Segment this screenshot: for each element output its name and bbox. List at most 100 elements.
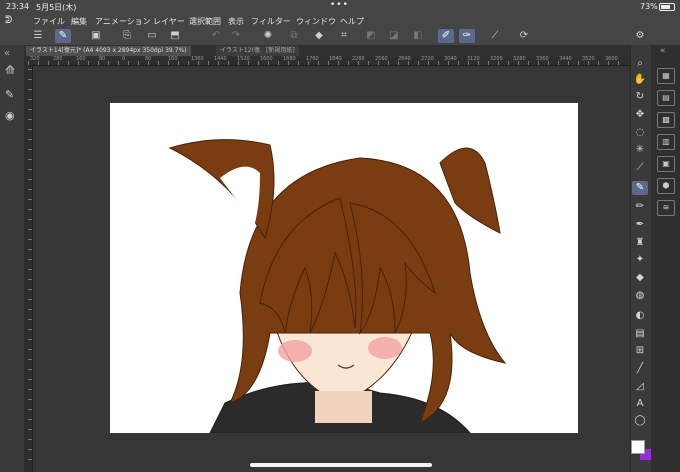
menu-window[interactable]: ウィンドウ [296,16,336,27]
ruler-label: 1440 [214,56,227,62]
menu-view[interactable]: 表示 [228,16,244,27]
lasso-icon[interactable]: ◌ [632,126,648,140]
clear-selection-icon[interactable]: ✺ [260,29,276,43]
menu-animation[interactable]: アニメーション [95,16,151,27]
status-time: 23:34 [6,2,30,11]
tab-document[interactable]: [新規用紙] [262,46,299,56]
left-panel: « ⟰ ✎ ◉ [0,45,25,472]
brush-tool-icon[interactable]: ✒ [632,218,648,232]
gradient-icon[interactable]: ▤ [632,327,648,341]
ruler-label: 160 [76,56,86,62]
ruler-tick [28,219,32,220]
fill-tool-icon[interactable]: ◐ [632,309,648,323]
ruler-tick [28,359,32,360]
copy-icon[interactable]: ⧉ [286,29,302,43]
eyedropper-icon[interactable]: ⟋ [632,161,648,175]
zoom-icon[interactable]: ⌕ [632,57,648,71]
menu-file[interactable]: ファイル [33,16,65,27]
ruler-tick [188,61,189,65]
ruler-tick [28,429,32,430]
home-indicator[interactable] [250,463,432,467]
multitask-dots[interactable]: ••• [330,0,349,10]
rotate-icon[interactable]: ↻ [632,90,648,104]
ruler-tick [438,61,439,65]
ruler-label: 0 [122,56,126,62]
palette-icon[interactable]: ▦ [657,68,675,84]
crop-icon[interactable]: ⌗ [336,29,352,43]
pencil-icon[interactable]: ✏ [632,200,648,214]
ruler-tick [28,139,32,140]
ruler-label: 1600 [260,56,273,62]
blend-icon[interactable]: ◍ [632,289,648,303]
menu-bar: ᕲ ファイル 編集 アニメーション レイヤー 選択範囲 表示 フィルター ウィン… [0,13,680,28]
ruler-tick [28,309,32,310]
canvas-paper[interactable] [110,103,578,433]
ruler-tick [28,89,32,90]
quick-access-icon[interactable]: ✎ [55,29,71,43]
menu-filter[interactable]: フィルター [251,16,291,27]
ruler-tool-icon[interactable]: ◿ [632,380,648,394]
fill-icon[interactable]: ◆ [311,29,327,43]
undo-icon[interactable]: ↶ [208,29,224,43]
frame-icon[interactable]: ⊞ [632,344,648,358]
ruler-tick [158,61,159,65]
gallery-icon[interactable]: ▣ [88,29,104,43]
brush-icon[interactable]: ✑ [459,29,475,43]
tool-property-icon[interactable]: ◉ [5,109,15,122]
text-icon[interactable]: A [632,397,648,411]
companion-icon[interactable]: ⟳ [516,29,532,43]
sub-tool-icon[interactable]: ✎ [5,88,14,101]
decoration-icon[interactable]: ✦ [632,253,648,267]
collapse-right-icon[interactable]: « [660,46,666,56]
hand-icon[interactable]: ✋ [632,73,648,87]
battery-icon [659,3,675,11]
menu-selection[interactable]: 選択範囲 [189,16,221,27]
app-logo-icon[interactable]: ᕲ [5,15,12,26]
menu-layer[interactable]: レイヤー [153,16,185,27]
layer-property-icon[interactable]: ⬢ [657,178,675,194]
ruler-tick [28,229,32,230]
ruler-label: 160 [168,56,178,62]
ruler-tick [28,249,32,250]
ruler-tick [28,399,32,400]
pen-tool-icon[interactable]: ✎ [632,181,648,195]
ruler-label: 3440 [559,56,572,62]
ruler-tick [368,61,369,65]
info-icon[interactable]: ▣ [657,156,675,172]
move-icon[interactable]: ✥ [632,108,648,122]
brush-size-icon[interactable]: ⟰ [5,63,15,77]
airbrush-icon[interactable]: ♜ [632,236,648,250]
save-icon[interactable]: ⬒ [167,29,183,43]
pen-icon[interactable]: ✐ [438,29,454,43]
open-folder-icon[interactable]: ▭ [144,29,160,43]
ruler-tick [28,179,32,180]
collapse-icon[interactable]: « [4,48,10,59]
layer-icon[interactable]: ◧ [410,29,426,43]
sub-view-icon[interactable]: ▥ [657,134,675,150]
eraser-icon[interactable]: ◆ [632,271,648,285]
ruler-tick [278,61,279,65]
layers-icon[interactable]: ≋ [657,200,675,216]
navigator-icon[interactable]: ▤ [657,90,675,106]
menu-help[interactable]: ヘルプ [340,16,364,27]
settings-icon[interactable]: ⚙ [632,29,648,43]
ruler-tick [28,269,32,270]
hamburger-menu-icon[interactable]: ☰ [30,29,46,43]
balloon-icon[interactable]: ◯ [632,414,648,428]
menu-edit[interactable]: 編集 [71,16,87,27]
ruler-pen-icon[interactable]: ⟋ [487,29,503,43]
ruler-tick [508,61,509,65]
ruler-tick [28,389,32,390]
magic-wand-icon[interactable]: ✳ [632,143,648,157]
transform-icon[interactable]: ◩ [363,29,379,43]
ruler-tick [528,61,529,65]
ruler-tick [618,61,619,65]
ruler-tick [28,149,32,150]
new-file-icon[interactable]: ⎘ [119,29,135,43]
redo-icon[interactable]: ↷ [228,29,244,43]
tab-document[interactable]: イラスト14[復元]* (A4 4093 x 2894px 350dpi 39.… [26,46,191,56]
scale-icon[interactable]: ◪ [386,29,402,43]
line-icon[interactable]: ╱ [632,362,648,376]
material-icon[interactable]: ▩ [657,112,675,128]
main-color-swatch[interactable] [631,440,645,454]
